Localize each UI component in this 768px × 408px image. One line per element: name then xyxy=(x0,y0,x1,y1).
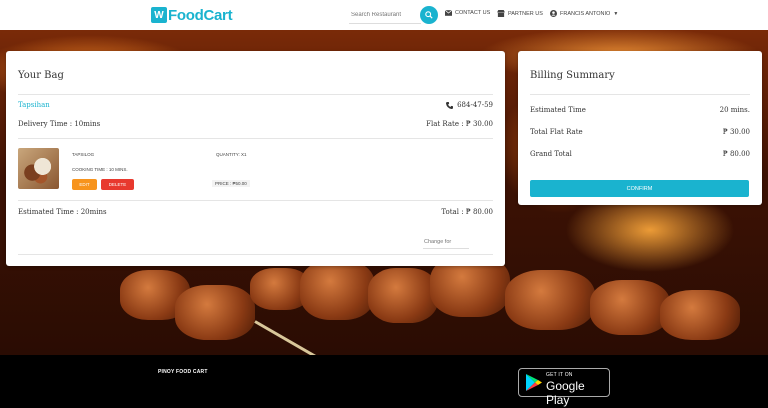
divider xyxy=(18,254,493,255)
divider xyxy=(18,200,493,201)
item-cooking-time: COOKING TIME : 10 MINS. xyxy=(72,167,128,172)
restaurant-name[interactable]: Tapsihan xyxy=(18,101,50,109)
billing-label: Grand Total xyxy=(530,150,572,158)
skewer xyxy=(254,320,360,355)
mail-icon xyxy=(445,10,452,16)
divider xyxy=(530,94,750,95)
item-quantity: QUANTITY: X1 xyxy=(216,152,247,157)
top-navbar: W FoodCart CONTACT US PARTNER US FRANCIS… xyxy=(0,0,768,30)
item-price: PRICE : ₱50.00 xyxy=(212,180,250,187)
flat-rate: Flat Rate : ₱ 30.00 xyxy=(426,120,493,128)
store-caption: GET IT ON xyxy=(546,372,573,378)
item-thumbnail xyxy=(18,148,59,189)
account-icon xyxy=(550,10,557,17)
delivery-time: Delivery Time : 10mins xyxy=(18,120,101,128)
food-image-piece xyxy=(660,290,740,340)
search-button[interactable] xyxy=(420,6,438,24)
billing-value: 20 mins. xyxy=(719,106,750,114)
bag-total: Total : ₱ 80.00 xyxy=(441,208,493,216)
billing-summary-card: Billing Summary Estimated Time 20 mins. … xyxy=(518,51,762,205)
google-play-badge[interactable]: GET IT ON Google Play xyxy=(518,368,610,407)
your-bag-card: Your Bag Tapsihan 684-47-59 Delivery Tim… xyxy=(6,51,505,266)
nav-account[interactable]: FRANCIS ANTONIO ▼ xyxy=(550,10,618,17)
billing-value: ₱ 80.00 xyxy=(722,150,750,158)
food-image-piece xyxy=(590,280,670,335)
nav-partner-us[interactable]: PARTNER US xyxy=(497,10,543,17)
nav-label: FRANCIS ANTONIO xyxy=(560,10,611,17)
billing-label: Total Flat Rate xyxy=(530,128,583,136)
chevron-down-icon: ▼ xyxy=(613,10,619,17)
restaurant-phone: 684-47-59 xyxy=(446,101,493,109)
nav-label: PARTNER US xyxy=(508,10,543,17)
logo[interactable]: W FoodCart xyxy=(151,6,233,24)
billing-label: Estimated Time xyxy=(530,106,586,114)
store-icon xyxy=(497,10,505,17)
food-image-piece xyxy=(300,260,375,320)
phone-number: 684-47-59 xyxy=(457,101,493,109)
edit-button[interactable]: EDIT xyxy=(72,179,97,190)
store-name: Google Play xyxy=(546,379,585,407)
bag-title: Your Bag xyxy=(18,70,64,81)
nav-label: CONTACT US xyxy=(455,10,491,16)
change-for-input[interactable] xyxy=(423,236,469,249)
footer: PINOY FOOD CART GET IT ON Google Play xyxy=(0,355,768,408)
confirm-button[interactable]: CONFIRM xyxy=(530,180,749,197)
logo-text: FoodCart xyxy=(168,6,233,24)
search-input[interactable] xyxy=(349,7,421,24)
search-icon xyxy=(425,11,433,19)
billing-title: Billing Summary xyxy=(530,70,615,81)
phone-icon xyxy=(446,101,454,109)
delete-button[interactable]: DELETE xyxy=(101,179,134,190)
google-play-icon xyxy=(526,374,542,391)
divider xyxy=(18,94,493,95)
divider xyxy=(18,138,493,139)
footer-title: PINOY FOOD CART xyxy=(158,369,208,375)
food-image-piece xyxy=(368,268,438,323)
food-image-piece xyxy=(175,285,255,340)
food-image-piece xyxy=(505,270,595,330)
logo-mark: W xyxy=(151,7,167,23)
estimated-time: Estimated Time : 20mins xyxy=(18,208,107,216)
billing-value: ₱ 30.00 xyxy=(722,128,750,136)
nav-contact-us[interactable]: CONTACT US xyxy=(445,10,490,16)
item-name: TAPSILOG xyxy=(72,152,95,157)
